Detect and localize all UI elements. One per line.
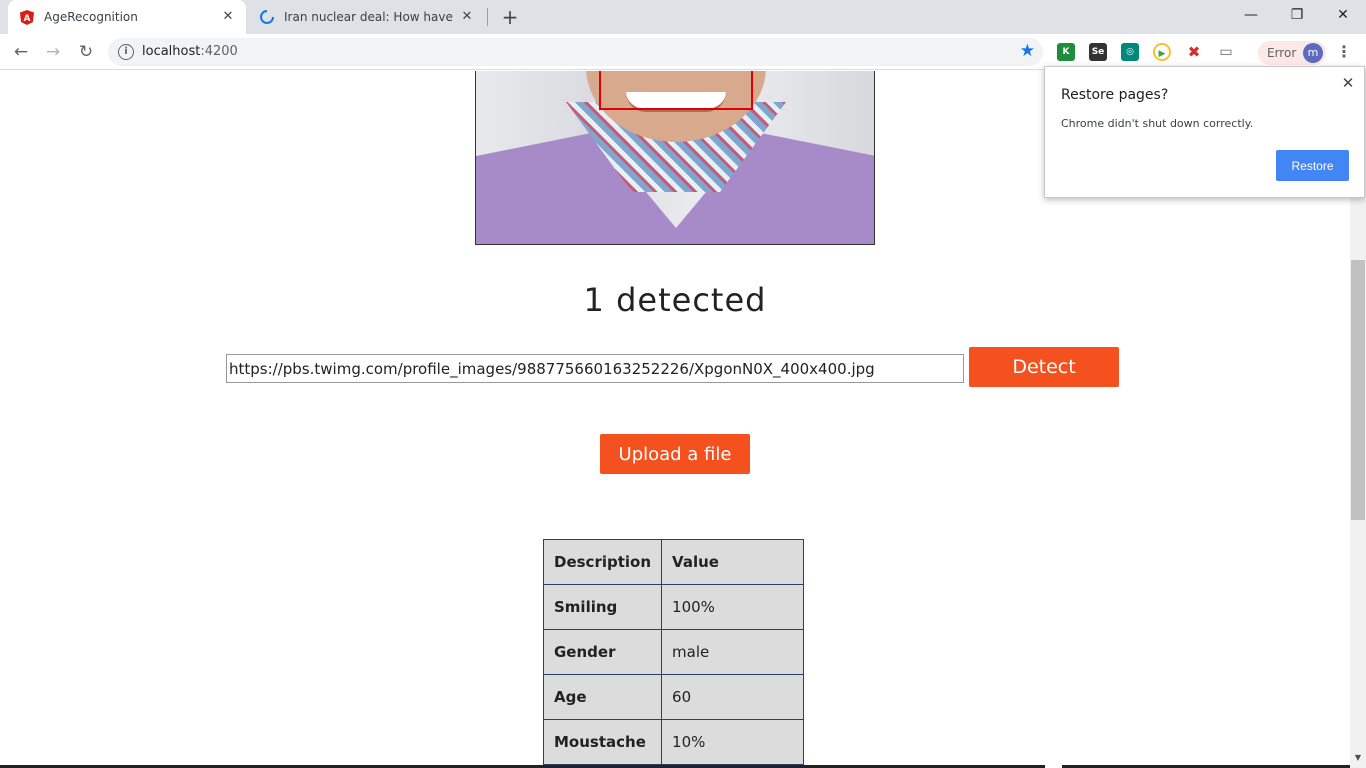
- selenium-extension-icon[interactable]: Se: [1089, 43, 1107, 61]
- restore-window-icon[interactable]: ❐: [1284, 4, 1310, 26]
- results-table: Description Value Smiling 100% Gender ma…: [542, 539, 805, 765]
- row-description: Age: [542, 674, 663, 720]
- restore-button[interactable]: Restore: [1276, 150, 1349, 181]
- back-icon[interactable]: ←: [9, 40, 33, 64]
- close-tab-icon[interactable]: ✕: [459, 9, 475, 25]
- table-row: Moustache 10%: [542, 719, 805, 765]
- play-extension-icon[interactable]: ▶: [1153, 43, 1171, 61]
- table-row: Age 60: [542, 674, 805, 720]
- menu-icon[interactable]: ⋮: [1335, 42, 1353, 62]
- row-value: male: [661, 629, 805, 675]
- tab-title: Iran nuclear deal: How have US s...: [284, 10, 454, 24]
- row-value: 10%: [661, 719, 805, 765]
- tab-iran-nuclear-deal[interactable]: Iran nuclear deal: How have US s... ✕: [250, 0, 485, 34]
- detect-button[interactable]: Detect: [969, 347, 1119, 387]
- face-detection-box: [599, 71, 753, 110]
- row-description: Gender: [542, 629, 663, 675]
- tab-title: AgeRecognition: [44, 10, 138, 24]
- svg-text:A: A: [24, 14, 31, 24]
- loading-spinner-icon: [260, 10, 274, 24]
- site-info-icon[interactable]: i: [118, 44, 134, 60]
- row-description: Smiling: [542, 584, 663, 630]
- table-header-row: Description Value: [542, 539, 805, 585]
- cast-icon[interactable]: ▭: [1217, 43, 1235, 61]
- browser-toolbar: ← → ↻ i localhost:4200 ★ K Se ◎ ▶ ✖ ▭ Er…: [0, 34, 1366, 70]
- table-row: Gender male: [542, 629, 805, 675]
- close-window-icon[interactable]: ✕: [1330, 4, 1356, 26]
- column-header: Description: [542, 539, 663, 585]
- profile-error-button[interactable]: Error m: [1258, 41, 1326, 65]
- scrollbar-thumb[interactable]: [1351, 260, 1365, 520]
- tab-separator: [487, 8, 488, 26]
- upload-file-button[interactable]: Upload a file: [600, 434, 750, 474]
- row-value: 60: [661, 674, 805, 720]
- popup-title: Restore pages?: [1061, 87, 1169, 103]
- image-url-input[interactable]: [226, 354, 964, 383]
- uploaded-photo: [475, 71, 875, 245]
- x-extension-icon[interactable]: ✖: [1185, 43, 1203, 61]
- table-row: Smiling 100%: [542, 584, 805, 630]
- minimize-icon[interactable]: —: [1238, 4, 1264, 26]
- detected-count: 1 detected: [583, 281, 767, 319]
- row-value: 100%: [661, 584, 805, 630]
- address-url: localhost:4200: [142, 44, 238, 59]
- tab-agerecognition[interactable]: A AgeRecognition ✕: [8, 0, 246, 34]
- address-bar[interactable]: i localhost:4200 ★: [108, 38, 1043, 66]
- column-header: Value: [661, 539, 805, 585]
- reload-icon[interactable]: ↻: [74, 40, 98, 64]
- bookmark-star-icon[interactable]: ★: [1020, 41, 1035, 61]
- error-label: Error: [1267, 46, 1297, 60]
- new-tab-icon[interactable]: +: [500, 7, 520, 27]
- extension-green-icon[interactable]: K: [1057, 43, 1075, 61]
- restore-pages-popup: Restore pages? Chrome didn't shut down c…: [1044, 66, 1365, 198]
- forward-icon[interactable]: →: [41, 40, 65, 64]
- row-description: Moustache: [542, 719, 663, 765]
- scroll-down-icon[interactable]: ▼: [1352, 752, 1364, 764]
- extension-teal-icon[interactable]: ◎: [1121, 43, 1139, 61]
- popup-message: Chrome didn't shut down correctly.: [1061, 117, 1254, 130]
- angular-icon: A: [20, 9, 34, 25]
- avatar: m: [1303, 43, 1323, 63]
- close-tab-icon[interactable]: ✕: [220, 9, 236, 25]
- tab-strip: A AgeRecognition ✕ Iran nuclear deal: Ho…: [0, 0, 1366, 34]
- close-icon[interactable]: ✕: [1340, 75, 1356, 91]
